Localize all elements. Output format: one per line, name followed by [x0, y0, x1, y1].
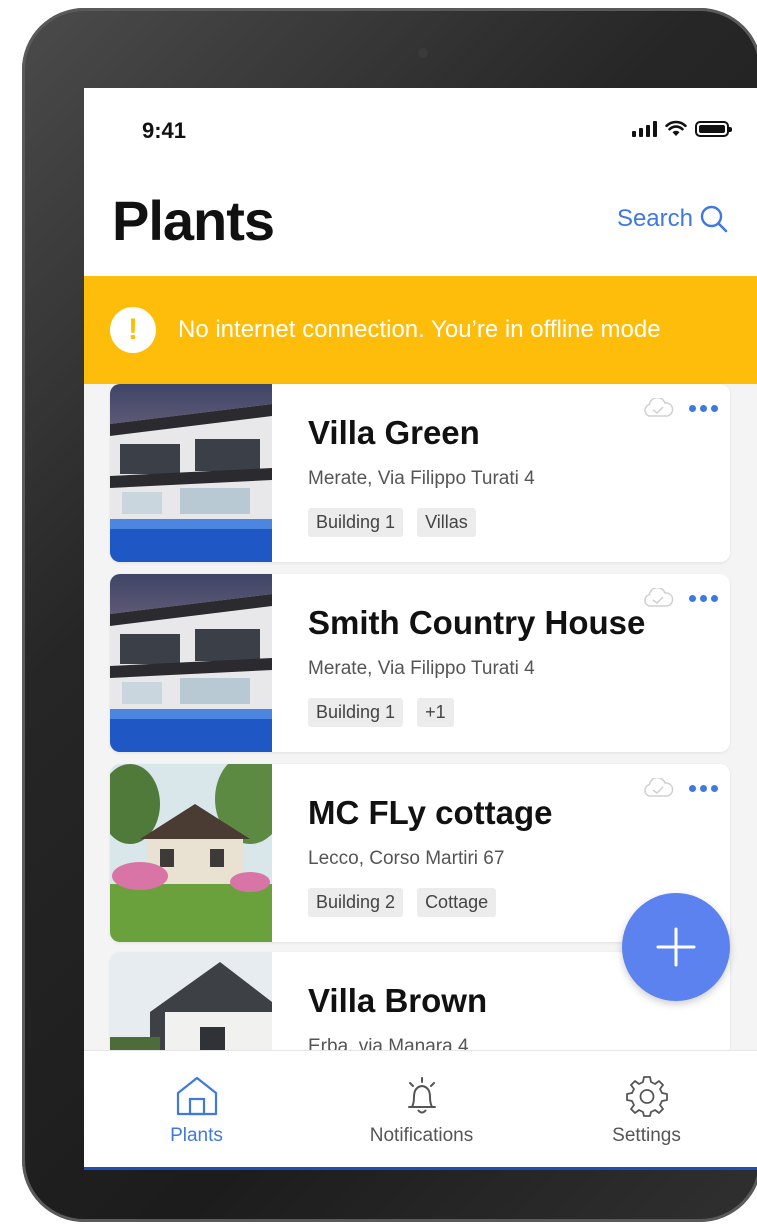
plant-name: Smith Country House — [308, 604, 646, 641]
plant-address: Merate, Via Filippo Turati 4 — [308, 658, 535, 679]
camera-icon — [418, 48, 428, 58]
plant-tags: Building 1 Villas — [308, 508, 476, 537]
status-icons — [632, 120, 732, 137]
plant-thumbnail — [110, 574, 272, 752]
plant-address: Lecco, Corso Martiri 67 — [308, 848, 505, 869]
bottom-nav: Plants Notifications Settings — [84, 1050, 757, 1170]
plant-card[interactable]: Villa Green Merate, Via Filippo Turati 4… — [110, 384, 730, 562]
home-icon — [176, 1076, 217, 1116]
cloud-check-icon — [644, 588, 674, 607]
more-options-button[interactable] — [689, 404, 718, 412]
card-actions — [641, 778, 718, 798]
nav-label: Plants — [170, 1125, 223, 1146]
nav-item-plants[interactable]: Plants — [97, 1075, 297, 1147]
status-bar: 9:41 — [84, 88, 757, 168]
tag: Building 1 — [308, 698, 404, 727]
plant-name: Villa Green — [308, 414, 480, 451]
warning-icon: ! — [110, 307, 156, 353]
bell-icon — [407, 1077, 436, 1114]
plant-name: MC FLy cottage — [308, 794, 553, 831]
cloud-check-icon — [644, 778, 674, 797]
wifi-icon — [665, 120, 687, 136]
cloud-check-icon — [644, 398, 674, 417]
card-actions — [641, 398, 718, 418]
tag: Villas — [417, 508, 476, 537]
signal-icon — [632, 120, 657, 137]
search-button[interactable]: Search — [617, 204, 729, 234]
battery-icon — [695, 120, 732, 137]
screen-edge — [84, 1167, 757, 1170]
plant-name: Villa Brown — [308, 982, 488, 1019]
card-actions — [641, 588, 718, 608]
page-title: Plants — [112, 189, 275, 252]
gear-icon — [625, 1076, 668, 1117]
tag: Building 2 — [308, 888, 404, 917]
plant-thumbnail — [110, 764, 272, 942]
search-label: Search — [616, 205, 693, 232]
search-icon — [700, 205, 728, 233]
device-frame: 9:41 Plants Search ! No internet connect… — [22, 8, 757, 1222]
status-time: 9:41 — [142, 118, 187, 143]
more-options-button[interactable] — [689, 784, 718, 792]
plant-tags: Building 2 Cottage — [308, 888, 497, 917]
plus-icon — [656, 927, 696, 967]
plant-card[interactable]: Smith Country House Merate, Via Filippo … — [110, 574, 730, 752]
more-options-button[interactable] — [689, 594, 718, 602]
app-screen: 9:41 Plants Search ! No internet connect… — [84, 88, 757, 1170]
nav-label: Notifications — [369, 1125, 474, 1146]
nav-item-notifications[interactable]: Notifications — [322, 1075, 522, 1147]
plant-address: Merate, Via Filippo Turati 4 — [308, 468, 535, 489]
tag: +1 — [417, 698, 454, 727]
tag: Building 1 — [308, 508, 404, 537]
nav-item-settings[interactable]: Settings — [547, 1075, 747, 1147]
header: Plants Search — [84, 168, 757, 276]
offline-banner: ! No internet connection. You’re in offl… — [84, 276, 757, 384]
add-plant-button[interactable] — [622, 893, 730, 1001]
nav-label: Settings — [612, 1125, 681, 1146]
plant-tags: Building 1 +1 — [308, 698, 454, 727]
offline-message: No internet connection. You’re in offlin… — [178, 316, 661, 343]
plant-thumbnail — [110, 384, 272, 562]
tag: Cottage — [417, 888, 497, 917]
